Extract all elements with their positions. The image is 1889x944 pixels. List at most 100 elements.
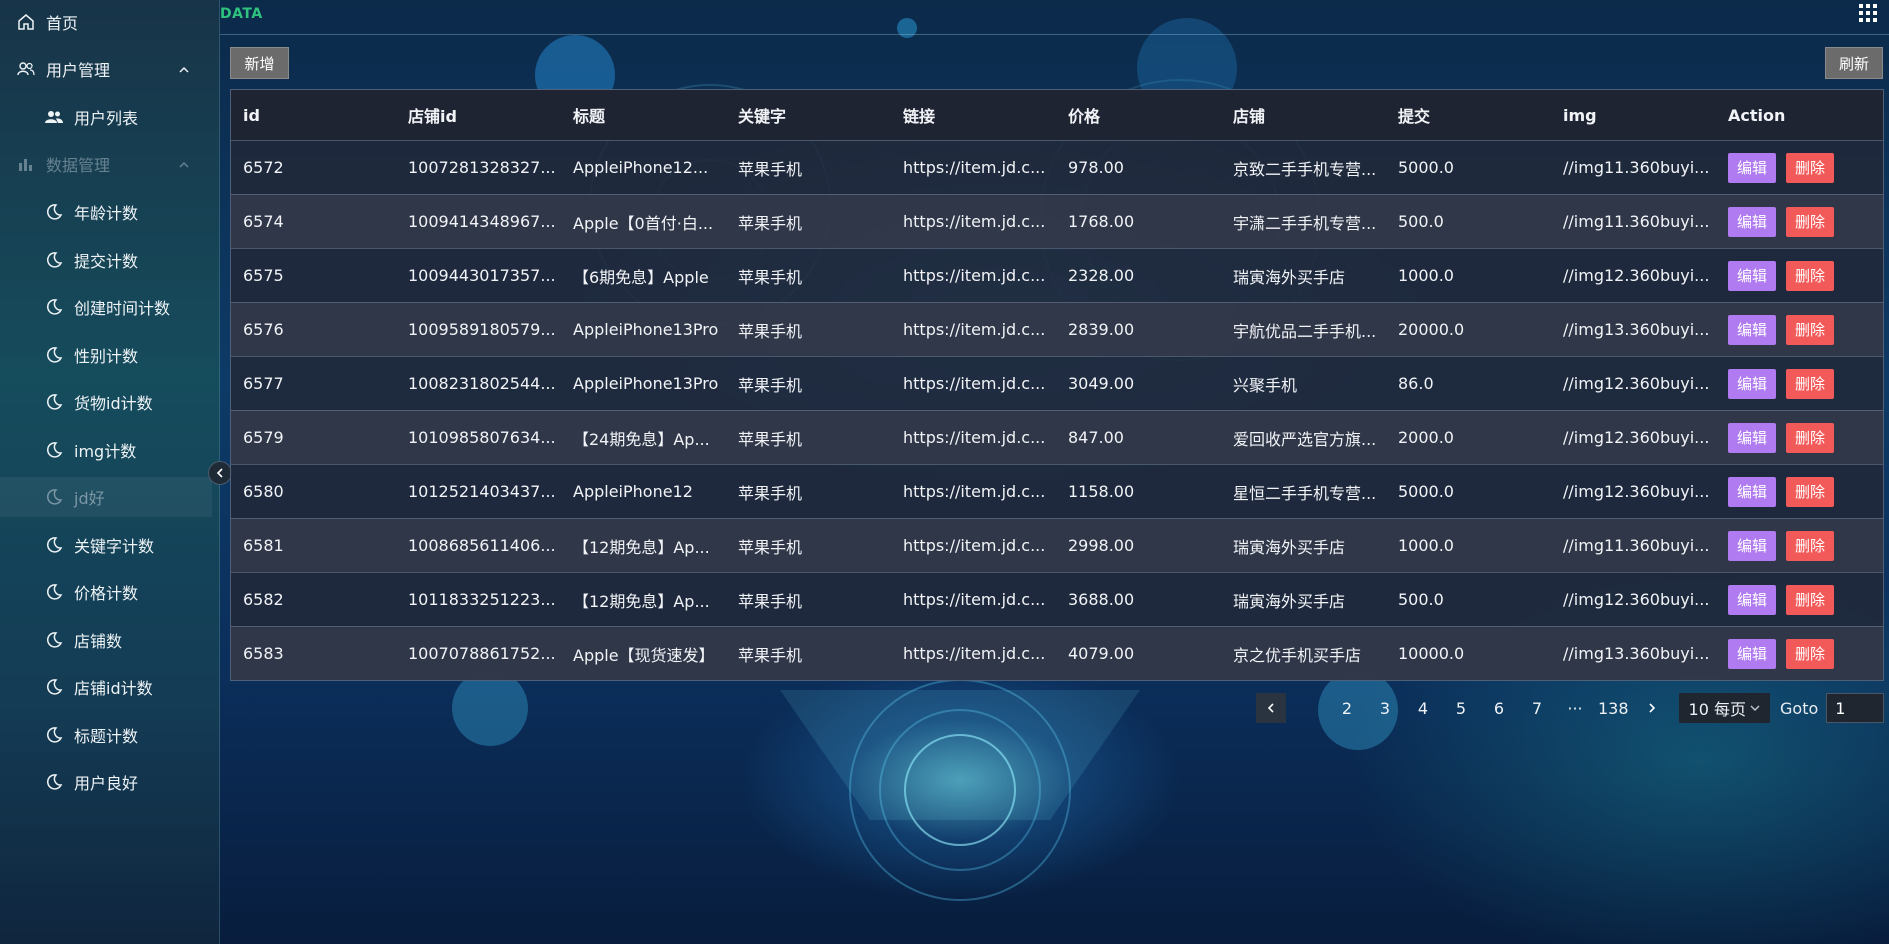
table-cell: 847.00: [1068, 428, 1124, 447]
home-icon: [16, 12, 36, 32]
edit-button[interactable]: 编辑: [1728, 368, 1777, 399]
moon-icon: [44, 440, 64, 460]
brand-label: DATA: [220, 6, 263, 22]
sidebar-item-img-count[interactable]: img计数: [0, 430, 212, 470]
delete-button[interactable]: 删除: [1786, 152, 1835, 183]
table-cell: 3049.00: [1068, 374, 1135, 393]
delete-button[interactable]: 删除: [1786, 584, 1835, 615]
column-header[interactable]: 关键字: [726, 103, 891, 127]
table-cell: //img12.360buyi...: [1563, 590, 1710, 609]
page-number[interactable]: 5: [1446, 693, 1476, 723]
edit-button[interactable]: 编辑: [1728, 260, 1777, 291]
column-header[interactable]: 店铺: [1221, 103, 1386, 127]
table-cell: 苹果手机: [738, 483, 803, 503]
table-cell: 苹果手机: [738, 375, 803, 395]
sidebar-group-user-mgmt[interactable]: 用户管理: [0, 49, 212, 89]
next-page-button[interactable]: [1637, 693, 1667, 723]
page-number[interactable]: 4: [1408, 693, 1438, 723]
delete-button[interactable]: 删除: [1786, 530, 1835, 561]
table-cell: 1000.0: [1398, 266, 1454, 285]
prev-page-button[interactable]: [1256, 693, 1286, 723]
table-row: 6579 1010985807634... 【24期免息】Ap... 苹果手机 http…: [231, 410, 1883, 464]
table-cell: 苹果手机: [738, 321, 803, 341]
table-row: 6580 1012521403437... AppleiPhone12 苹果手机 htt…: [231, 464, 1883, 518]
sidebar-item-shop-id-count[interactable]: 店铺id计数: [0, 667, 212, 707]
edit-button[interactable]: 编辑: [1728, 422, 1777, 453]
sidebar-item-label: jd好: [74, 489, 105, 508]
sidebar-item-title-count[interactable]: 标题计数: [0, 715, 212, 755]
column-header[interactable]: img: [1551, 106, 1716, 125]
page-number[interactable]: 7: [1522, 693, 1552, 723]
row-actions: 编辑 删除: [1716, 368, 1883, 399]
moon-icon: [44, 582, 64, 602]
delete-button[interactable]: 删除: [1786, 368, 1835, 399]
edit-button[interactable]: 编辑: [1728, 584, 1777, 615]
table-cell: //img12.360buyi...: [1563, 266, 1710, 285]
moon-icon: [44, 535, 64, 555]
sidebar-item-age-count[interactable]: 年龄计数: [0, 192, 212, 232]
edit-button[interactable]: 编辑: [1728, 206, 1777, 237]
moon-icon: [44, 297, 64, 317]
sidebar-item-label: img计数: [74, 442, 137, 461]
sidebar-item-shop-count[interactable]: 店铺数: [0, 620, 212, 660]
sidebar-item-submit-count[interactable]: 提交计数: [0, 240, 212, 280]
column-header[interactable]: 店铺id: [396, 103, 561, 127]
table-cell: //img12.360buyi...: [1563, 374, 1710, 393]
sidebar-group-data-mgmt[interactable]: 数据管理: [0, 144, 212, 184]
moon-icon: [44, 392, 64, 412]
apps-grid-icon[interactable]: [1857, 2, 1879, 28]
sidebar-item-keyword-count[interactable]: 关键字计数: [0, 525, 212, 565]
users-icon: [16, 59, 36, 79]
refresh-button[interactable]: 刷新: [1825, 47, 1883, 79]
row-actions: 编辑 删除: [1716, 584, 1883, 615]
table-cell: 6576: [243, 320, 284, 339]
table-cell: https://item.jd.c...: [903, 320, 1046, 339]
edit-button[interactable]: 编辑: [1728, 152, 1777, 183]
page-number[interactable]: 2: [1332, 693, 1362, 723]
column-header[interactable]: 提交: [1386, 103, 1551, 127]
delete-button[interactable]: 删除: [1786, 638, 1835, 669]
table-header-row: id 店铺id 标题 关键字 链接 价格 店铺 提交 img Action: [231, 90, 1883, 140]
edit-button[interactable]: 编辑: [1728, 638, 1777, 669]
table-cell: 1000.0: [1398, 536, 1454, 555]
row-actions: 编辑 删除: [1716, 476, 1883, 507]
delete-button[interactable]: 删除: [1786, 314, 1835, 345]
sidebar-item-price-count[interactable]: 价格计数: [0, 572, 212, 612]
table-cell: 6582: [243, 590, 284, 609]
table-row: 6581 1008685611406... 【12期免息】Ap... 苹果手机 http…: [231, 518, 1883, 572]
delete-button[interactable]: 删除: [1786, 206, 1835, 237]
page-number[interactable]: 138: [1598, 693, 1629, 723]
row-actions: 编辑 删除: [1716, 638, 1883, 669]
page-ellipsis[interactable]: ···: [1560, 693, 1590, 723]
page-number[interactable]: 3: [1370, 693, 1400, 723]
sidebar-item-jd-good[interactable]: jd好: [0, 477, 212, 517]
table-cell: //img11.360buyi...: [1563, 158, 1710, 177]
column-header[interactable]: id: [231, 106, 396, 125]
goto-page-input[interactable]: 1: [1826, 693, 1885, 723]
column-header[interactable]: 链接: [891, 103, 1056, 127]
edit-button[interactable]: 编辑: [1728, 314, 1777, 345]
page-current[interactable]: 1: [1294, 693, 1324, 723]
table-cell: //img13.360buyi...: [1563, 644, 1710, 663]
column-header[interactable]: 标题: [561, 103, 726, 127]
delete-button[interactable]: 删除: [1786, 260, 1835, 291]
add-button[interactable]: 新增: [230, 47, 289, 79]
table-cell: AppleiPhone13Pro: [573, 374, 719, 393]
sidebar-item-goods-id-count[interactable]: 货物id计数: [0, 382, 212, 422]
delete-button[interactable]: 删除: [1786, 476, 1835, 507]
table-cell: 500.0: [1398, 590, 1444, 609]
page-number[interactable]: 6: [1484, 693, 1514, 723]
table-cell: 【12期免息】Ap...: [573, 537, 710, 557]
table-cell: AppleiPhone12...: [573, 158, 709, 177]
sidebar-item-home[interactable]: 首页: [0, 2, 212, 42]
sidebar-item-user-list[interactable]: 用户列表: [0, 97, 212, 137]
sidebar-item-gender-count[interactable]: 性别计数: [0, 335, 212, 375]
sidebar-collapse-button[interactable]: [208, 461, 232, 485]
sidebar-item-user-good[interactable]: 用户良好: [0, 762, 212, 802]
page-size-select[interactable]: 10 每页: [1678, 693, 1770, 723]
edit-button[interactable]: 编辑: [1728, 530, 1777, 561]
edit-button[interactable]: 编辑: [1728, 476, 1777, 507]
sidebar-item-created-time-count[interactable]: 创建时间计数: [0, 287, 212, 327]
delete-button[interactable]: 删除: [1786, 422, 1835, 453]
column-header[interactable]: 价格: [1056, 103, 1221, 127]
